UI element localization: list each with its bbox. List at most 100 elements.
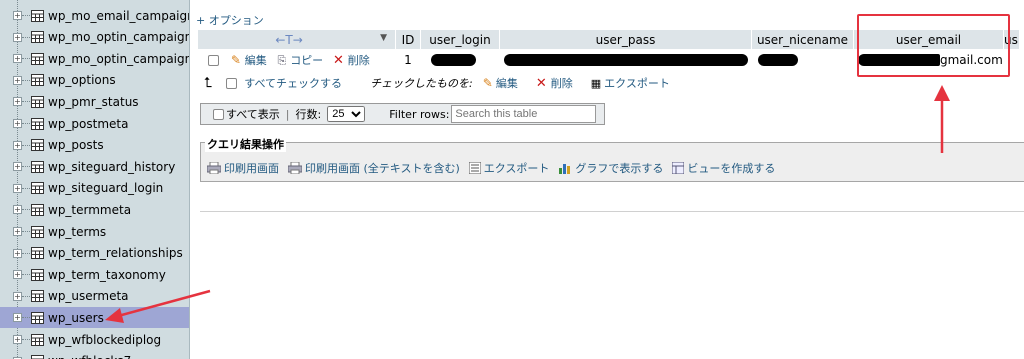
expand-icon[interactable]: + (13, 140, 22, 150)
sidebar-item-label[interactable]: wp_options (48, 73, 116, 87)
delete-icon[interactable]: ✕ (333, 53, 344, 68)
sidebar-item-label[interactable]: wp_mo_optin_campaigns (48, 52, 189, 66)
options-link[interactable]: + オプション (196, 12, 264, 28)
copy-icon[interactable]: ⎘ (278, 54, 287, 67)
print-full-link[interactable]: 印刷用画面 (全テキストを含む) (305, 160, 460, 176)
delete-icon[interactable]: ✕ (536, 76, 547, 91)
table-icon[interactable] (31, 95, 44, 108)
print-op[interactable]: 印刷用画面 (207, 160, 279, 176)
table-icon[interactable] (31, 74, 44, 87)
bulk-export-link[interactable]: エクスポート (604, 75, 670, 91)
table-icon[interactable] (31, 31, 44, 44)
sidebar-item-label[interactable]: wp_siteguard_login (48, 181, 163, 195)
expand-icon[interactable]: + (13, 291, 22, 301)
print-full-op[interactable]: 印刷用画面 (全テキストを含む) (288, 160, 460, 176)
expand-icon[interactable]: + (13, 11, 22, 20)
table-icon[interactable] (31, 355, 44, 359)
sidebar-item[interactable]: + wp_terms (0, 221, 189, 242)
copy-link[interactable]: コピー (290, 54, 323, 67)
sidebar-item-label[interactable]: wp_posts (48, 138, 104, 152)
expand-icon[interactable]: + (13, 32, 22, 42)
table-icon[interactable] (31, 139, 44, 152)
expand-icon[interactable]: + (13, 183, 22, 193)
sidebar-item-label[interactable]: wp_usermeta (48, 289, 129, 303)
sidebar-item[interactable]: + wp_pmr_status (0, 91, 189, 112)
expand-icon[interactable]: + (13, 162, 22, 172)
table-icon[interactable] (31, 182, 44, 195)
sort-triangle-icon[interactable]: ▼ (380, 33, 387, 43)
expand-icon[interactable]: + (13, 248, 22, 258)
sidebar-item-label[interactable]: wp_users (48, 311, 104, 325)
expand-icon[interactable]: + (13, 97, 22, 107)
show-all-label[interactable]: すべて表示 (226, 106, 280, 122)
expand-icon[interactable]: + (13, 227, 22, 236)
pencil-icon[interactable]: ✎ (483, 76, 493, 90)
table-icon[interactable] (31, 290, 44, 303)
sidebar-item-label[interactable]: wp_term_taxonomy (48, 268, 166, 282)
sidebar-item-label[interactable]: wp_mo_email_campaigns (48, 9, 189, 23)
table-icon[interactable] (31, 311, 44, 324)
bulk-edit-link[interactable]: 編集 (496, 75, 518, 91)
row-checkbox[interactable] (208, 54, 219, 66)
check-all-link[interactable]: すべてチェックする (244, 75, 342, 91)
column-header-user-email[interactable]: user_email (853, 29, 1004, 50)
expand-icon[interactable]: + (13, 313, 22, 323)
pencil-icon[interactable]: ✎ (231, 53, 241, 67)
sidebar-item-label[interactable]: wp_pmr_status (48, 95, 139, 109)
column-header-partial[interactable]: us (1003, 29, 1020, 50)
expand-icon[interactable]: + (13, 205, 22, 215)
sidebar-item[interactable]: +wp_wfblocks7 (0, 351, 189, 359)
table-icon[interactable] (31, 268, 44, 281)
sidebar-item[interactable]: + wp_mo_optin_campaignmeta (0, 27, 189, 48)
expand-icon[interactable]: + (13, 335, 22, 344)
table-icon[interactable] (31, 52, 44, 65)
sidebar-item[interactable]: + wp_postmeta (0, 113, 189, 134)
expand-icon[interactable]: + (13, 270, 22, 280)
chart-link[interactable]: グラフで表示する (575, 160, 663, 176)
chart-op[interactable]: グラフで表示する (558, 160, 663, 176)
delete-link[interactable]: 削除 (348, 54, 370, 67)
sidebar-item-label[interactable]: wp_siteguard_history (48, 160, 175, 174)
sidebar-item[interactable]: + wp_term_relationships (0, 243, 189, 264)
create-view-link[interactable]: ビューを作成する (687, 160, 775, 176)
sidebar-item-label[interactable]: wp_terms (48, 225, 106, 239)
expand-icon[interactable]: + (13, 75, 22, 85)
table-icon[interactable] (31, 203, 44, 216)
expand-icon[interactable]: + (13, 119, 22, 128)
column-header-user-login[interactable]: user_login (420, 29, 500, 50)
table-icon[interactable] (31, 247, 44, 260)
expand-icon[interactable]: + (13, 54, 22, 64)
column-header-user-pass[interactable]: user_pass (499, 29, 752, 50)
sidebar-item[interactable]: + wp_options (0, 70, 189, 91)
table-icon[interactable] (31, 333, 44, 346)
table-icon[interactable] (31, 225, 44, 238)
sidebar-item-label[interactable]: wp_postmeta (48, 117, 128, 131)
sidebar-item[interactable]: + wp_mo_optin_campaigns (0, 48, 189, 69)
table-icon[interactable] (31, 9, 44, 22)
column-header-id[interactable]: ID (395, 29, 421, 50)
sidebar-item[interactable]: + wp_term_taxonomy (0, 264, 189, 285)
export-link[interactable]: エクスポート (484, 160, 550, 176)
check-all-checkbox[interactable] (226, 77, 238, 89)
sidebar-item-label[interactable]: wp_mo_optin_campaignmeta (48, 30, 189, 44)
table-icon[interactable] (31, 160, 44, 173)
sidebar-item[interactable]: + wp_wfblockediplog (0, 329, 189, 350)
sidebar-item[interactable]: + wp_usermeta (0, 286, 189, 307)
filter-rows-input[interactable] (451, 105, 597, 123)
sidebar-item-label[interactable]: wp_term_relationships (48, 246, 183, 260)
table-icon[interactable] (31, 117, 44, 130)
column-header-user-nicename[interactable]: user_nicename (751, 29, 854, 50)
create-view-op[interactable]: ビューを作成する (672, 160, 775, 176)
sidebar-item-label[interactable]: wp_termmeta (48, 203, 131, 217)
sidebar-item[interactable]: + wp_siteguard_history (0, 156, 189, 177)
sidebar-item[interactable]: + wp_siteguard_login (0, 178, 189, 199)
sidebar-item-label[interactable]: wp_wfblocks7 (48, 354, 131, 359)
sidebar-item[interactable]: + wp_posts (0, 135, 189, 156)
show-all-checkbox[interactable] (213, 108, 224, 120)
rows-select[interactable]: 25 (327, 106, 366, 122)
sidebar-item[interactable]: + wp_termmeta (0, 199, 189, 220)
export-op[interactable]: エクスポート (468, 160, 550, 176)
sidebar-item[interactable]: + wp_mo_email_campaigns (0, 5, 189, 26)
column-arrows-header[interactable]: ←T→ ▼ (197, 29, 396, 50)
print-link[interactable]: 印刷用画面 (224, 160, 279, 176)
